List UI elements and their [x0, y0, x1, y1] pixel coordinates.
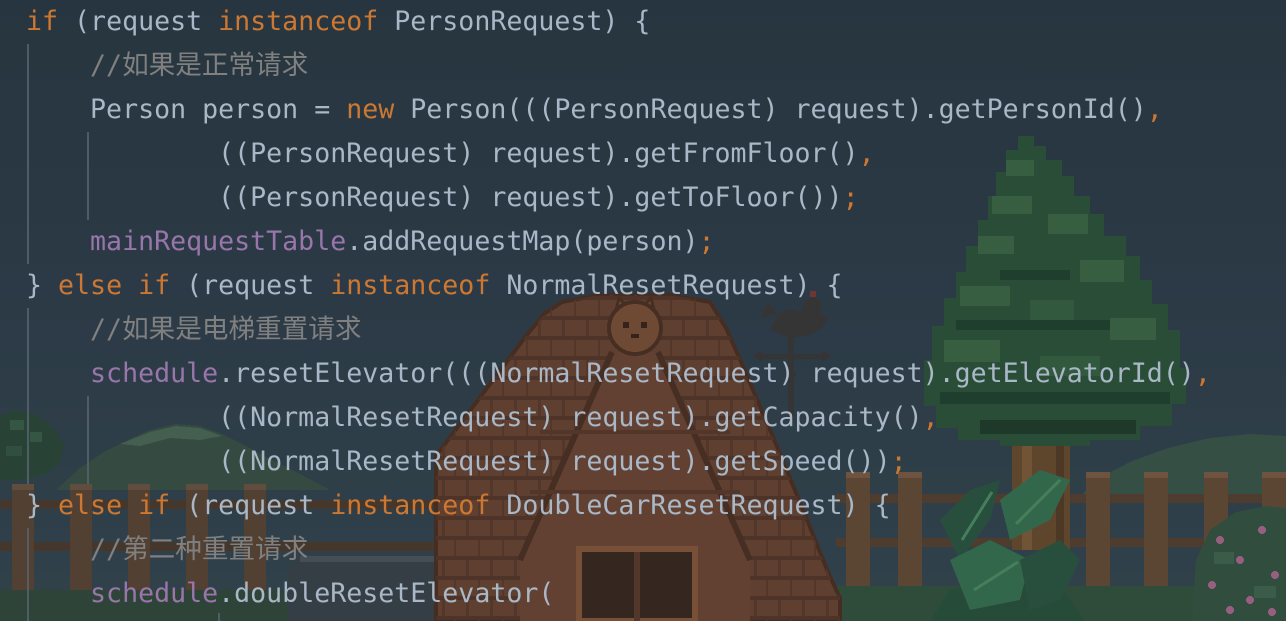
code-text[interactable]: } [26, 270, 58, 301]
punctuation[interactable]: , [859, 138, 875, 169]
code-line[interactable]: schedule.doubleResetElevator( [26, 572, 554, 616]
code-text[interactable]: .addRequestMap(person) [346, 226, 698, 257]
field-name[interactable]: schedule [90, 578, 218, 609]
code-text[interactable] [26, 50, 90, 81]
code-text[interactable]: ((PersonRequest) request).getToFloor()) [26, 182, 842, 213]
keyword[interactable]: if [26, 6, 58, 37]
punctuation[interactable]: , [1195, 358, 1211, 389]
code-line[interactable]: ((NormalResetRequest) request).getSpeed(… [26, 440, 907, 484]
keyword[interactable]: new [346, 94, 394, 125]
code-line[interactable]: } else if (request instanceof DoubleCarR… [26, 484, 891, 528]
keyword[interactable]: else if [58, 490, 170, 521]
code-text[interactable] [26, 578, 90, 609]
keyword[interactable]: instanceof [330, 270, 490, 301]
code-text[interactable]: } [26, 490, 58, 521]
keyword[interactable]: instanceof [330, 490, 490, 521]
punctuation[interactable]: ; [891, 446, 907, 477]
code-line[interactable]: } else if (request instanceof NormalRese… [26, 264, 843, 308]
code-text[interactable]: Person person = [26, 94, 346, 125]
code-text[interactable]: DoubleCarResetRequest) { [490, 490, 890, 521]
punctuation[interactable]: , [1147, 94, 1163, 125]
code-editor[interactable]: if (request instanceof PersonRequest) { … [0, 0, 1286, 621]
code-line[interactable]: //第二种重置请求 [26, 528, 308, 572]
code-text[interactable]: NormalResetRequest) { [490, 270, 842, 301]
code-line[interactable]: if (request instanceof PersonRequest) { [26, 0, 650, 44]
code-text[interactable] [26, 314, 90, 345]
comment[interactable]: //如果是正常请求 [90, 50, 308, 81]
code-text[interactable]: .doubleResetElevator( [218, 578, 554, 609]
code-line[interactable]: Person person = new Person(((PersonReque… [26, 88, 1163, 132]
comment[interactable]: //如果是电梯重置请求 [90, 314, 361, 345]
code-line[interactable]: ((NormalResetRequest) request).getCapaci… [26, 396, 939, 440]
code-line[interactable]: schedule.resetElevator(((NormalResetRequ… [26, 352, 1211, 396]
punctuation[interactable]: ; [698, 226, 714, 257]
punctuation[interactable]: , [923, 402, 939, 433]
code-text[interactable]: ((PersonRequest) request).getFromFloor() [26, 138, 858, 169]
comment[interactable]: //第二种重置请求 [90, 534, 308, 565]
code-text[interactable] [26, 226, 90, 257]
field-name[interactable]: mainRequestTable [90, 226, 346, 257]
keyword[interactable]: else if [58, 270, 170, 301]
code-text[interactable]: ((NormalResetRequest) request).getCapaci… [26, 402, 922, 433]
punctuation[interactable]: ; [843, 182, 859, 213]
code-line[interactable]: mainRequestTable.addRequestMap(person); [26, 220, 714, 264]
code-text[interactable]: ((NormalResetRequest) request).getSpeed(… [26, 446, 890, 477]
code-text[interactable]: Person(((PersonRequest) request).getPers… [394, 94, 1147, 125]
code-line[interactable]: //如果是正常请求 [26, 44, 308, 88]
code-text[interactable]: PersonRequest) { [378, 6, 650, 37]
code-text[interactable]: (request [170, 490, 330, 521]
editor-window: if (request instanceof PersonRequest) { … [0, 0, 1286, 621]
code-text[interactable] [26, 358, 90, 389]
code-text[interactable] [26, 534, 90, 565]
code-text[interactable]: (request [58, 6, 218, 37]
code-text[interactable]: .resetElevator(((NormalResetRequest) req… [218, 358, 1195, 389]
field-name[interactable]: schedule [90, 358, 218, 389]
keyword[interactable]: instanceof [218, 6, 378, 37]
code-line[interactable]: ((PersonRequest) request).getFromFloor()… [26, 132, 875, 176]
code-text[interactable]: (request [170, 270, 330, 301]
code-line[interactable]: //如果是电梯重置请求 [26, 308, 361, 352]
code-line[interactable]: ((PersonRequest) request).getToFloor()); [26, 176, 859, 220]
